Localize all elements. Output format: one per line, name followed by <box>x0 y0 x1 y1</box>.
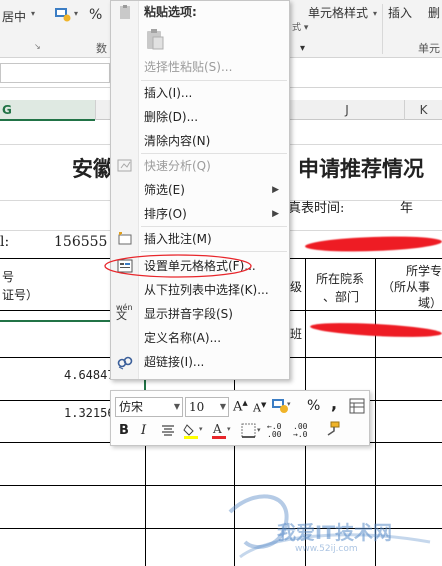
menu-item-quick-analysis[interactable]: 快速分析(Q) <box>111 154 289 178</box>
accounting-format-icon[interactable]: ▾ <box>271 397 293 415</box>
chevron-down-icon: ▼ <box>219 402 226 411</box>
major-header-line2: （所从事 <box>382 280 431 294</box>
decrease-font-icon[interactable]: A▼ <box>253 401 266 415</box>
format-painter-table-icon[interactable] <box>349 398 365 414</box>
menu-item-sort[interactable]: 排序(O) ▶ <box>111 202 289 226</box>
accounting-dropdown-icon[interactable]: ▾ <box>74 9 78 18</box>
font-color-icon[interactable]: A ▾ <box>211 422 233 440</box>
cell-styles-dropdown-icon[interactable]: ▾ <box>373 9 377 18</box>
class-cell: 班 <box>290 327 303 341</box>
submenu-arrow-icon: ▶ <box>272 185 279 195</box>
fill-time-year: 年 <box>400 201 414 216</box>
major-header-line3: 域） <box>418 296 442 310</box>
align-center-icon[interactable] <box>161 424 175 438</box>
value-cell-1[interactable]: 4.64847 <box>64 368 115 382</box>
menu-item-delete[interactable]: 删除(D)... <box>111 105 289 129</box>
menu-item-insert-comment[interactable]: 插入批注(M) <box>111 227 289 251</box>
menu-item-insert[interactable]: 插入(I)... <box>111 81 289 105</box>
chevron-down-icon: ▼ <box>173 402 180 411</box>
percent-style-button[interactable]: % <box>307 398 320 414</box>
comma-style-button[interactable]: , <box>331 394 337 413</box>
menu-item-pick-from-list[interactable]: 从下拉列表中选择(K)... <box>111 278 289 302</box>
cells-group-label: 单元 <box>418 42 440 55</box>
number-group-label: 数 <box>96 42 107 55</box>
redaction-mark <box>304 234 442 254</box>
col-level-header: 级 <box>290 280 303 294</box>
mini-toolbar: 仿宋 ▼ 10 ▼ A▲ A▼ ▾ % , B I ▾ A ▾ ▾ ←.0.00 .0… <box>110 390 370 446</box>
accounting-format-icon[interactable] <box>54 6 72 22</box>
col-id-header-line2: 证号） <box>2 288 39 302</box>
menu-item-hyperlink[interactable]: 超链接(I)... <box>111 350 289 374</box>
fill-time-label: 真表时间: <box>288 201 345 216</box>
svg-text:▾: ▾ <box>257 426 261 434</box>
italic-button[interactable]: I <box>141 423 146 438</box>
style-dropdown[interactable]: 式 ▾ <box>292 20 308 33</box>
dept-header-line1: 所在院系 <box>316 272 365 286</box>
paste-clipboard-icon[interactable] <box>144 27 166 51</box>
menu-item-paste-special[interactable]: 选择性粘贴(S)... <box>111 55 289 79</box>
svg-text:▾: ▾ <box>227 425 231 433</box>
menu-item-show-phonetic[interactable]: 显示拼音字段(S) <box>111 302 289 326</box>
increase-font-icon[interactable]: A▲ <box>233 399 248 414</box>
sheet-title-right: 申请推荐情况 <box>298 157 424 181</box>
svg-text:▾: ▾ <box>287 400 291 408</box>
col-id-header-line1: 号 <box>2 270 15 284</box>
insert-cells-button[interactable]: 插入 <box>388 4 412 21</box>
menu-item-clear-contents[interactable]: 清除内容(N) <box>111 129 289 153</box>
cell-styles-button[interactable]: 单元格样式 <box>308 4 368 21</box>
phone-number: 156555 <box>54 234 108 250</box>
dept-header-line2: 、部门 <box>323 290 360 304</box>
major-header-line1: 所学专 <box>406 264 442 278</box>
fill-color-icon[interactable]: ▾ <box>183 422 205 440</box>
filter-label: 筛选(E) <box>144 183 185 197</box>
font-size-combo[interactable]: 10 ▼ <box>185 397 229 417</box>
watermark: 我爱IT技术网 www.52ij.com <box>225 482 435 562</box>
ribbon-separator <box>382 4 383 54</box>
context-menu: 粘贴选项: 选择性粘贴(S)... 插入(I)... 删除(D)... 清除内容… <box>104 0 290 380</box>
format-painter-icon[interactable] <box>323 421 341 439</box>
phone-label: l: <box>0 234 10 250</box>
column-header-g[interactable]: G <box>0 100 96 121</box>
column-header-j[interactable]: J <box>290 100 405 120</box>
submenu-arrow-icon: ▶ <box>272 209 279 219</box>
percent-style-button[interactable]: % <box>89 7 102 23</box>
annotation-circle <box>104 254 252 278</box>
watermark-text: 我爱IT技术网 <box>277 522 393 544</box>
column-header-k[interactable]: K <box>405 100 442 120</box>
sheet-title-left: 安徽 <box>72 157 114 181</box>
sort-label: 排序(O) <box>144 207 187 221</box>
watermark-url: www.52ij.com <box>295 544 358 554</box>
font-name-combo[interactable]: 仿宋 ▼ <box>115 397 183 417</box>
alignment-launcher-icon[interactable]: ↘ <box>34 42 41 51</box>
decrease-decimal-icon[interactable]: .00 →.0 <box>293 423 307 439</box>
menu-separator <box>141 251 287 252</box>
paste-options-header: 粘贴选项: <box>144 5 197 19</box>
value-cell-2[interactable]: 1.32156 <box>64 406 115 420</box>
bold-button[interactable]: B <box>119 423 129 438</box>
delete-cells-button[interactable]: 删 <box>428 4 440 21</box>
merge-center-button[interactable]: 居中 <box>2 8 26 25</box>
borders-icon[interactable]: ▾ <box>241 423 263 439</box>
name-box[interactable] <box>0 63 110 83</box>
svg-text:▾: ▾ <box>199 425 203 433</box>
merge-dropdown-icon[interactable]: ▾ <box>31 9 35 18</box>
increase-decimal-icon[interactable]: ←.0.00 <box>267 423 281 439</box>
style-dropdown-small[interactable]: ▾ <box>300 43 305 54</box>
svg-text:A: A <box>212 422 222 436</box>
menu-item-define-name[interactable]: 定义名称(A)... <box>111 326 289 350</box>
menu-item-filter[interactable]: 筛选(E) ▶ <box>111 178 289 202</box>
